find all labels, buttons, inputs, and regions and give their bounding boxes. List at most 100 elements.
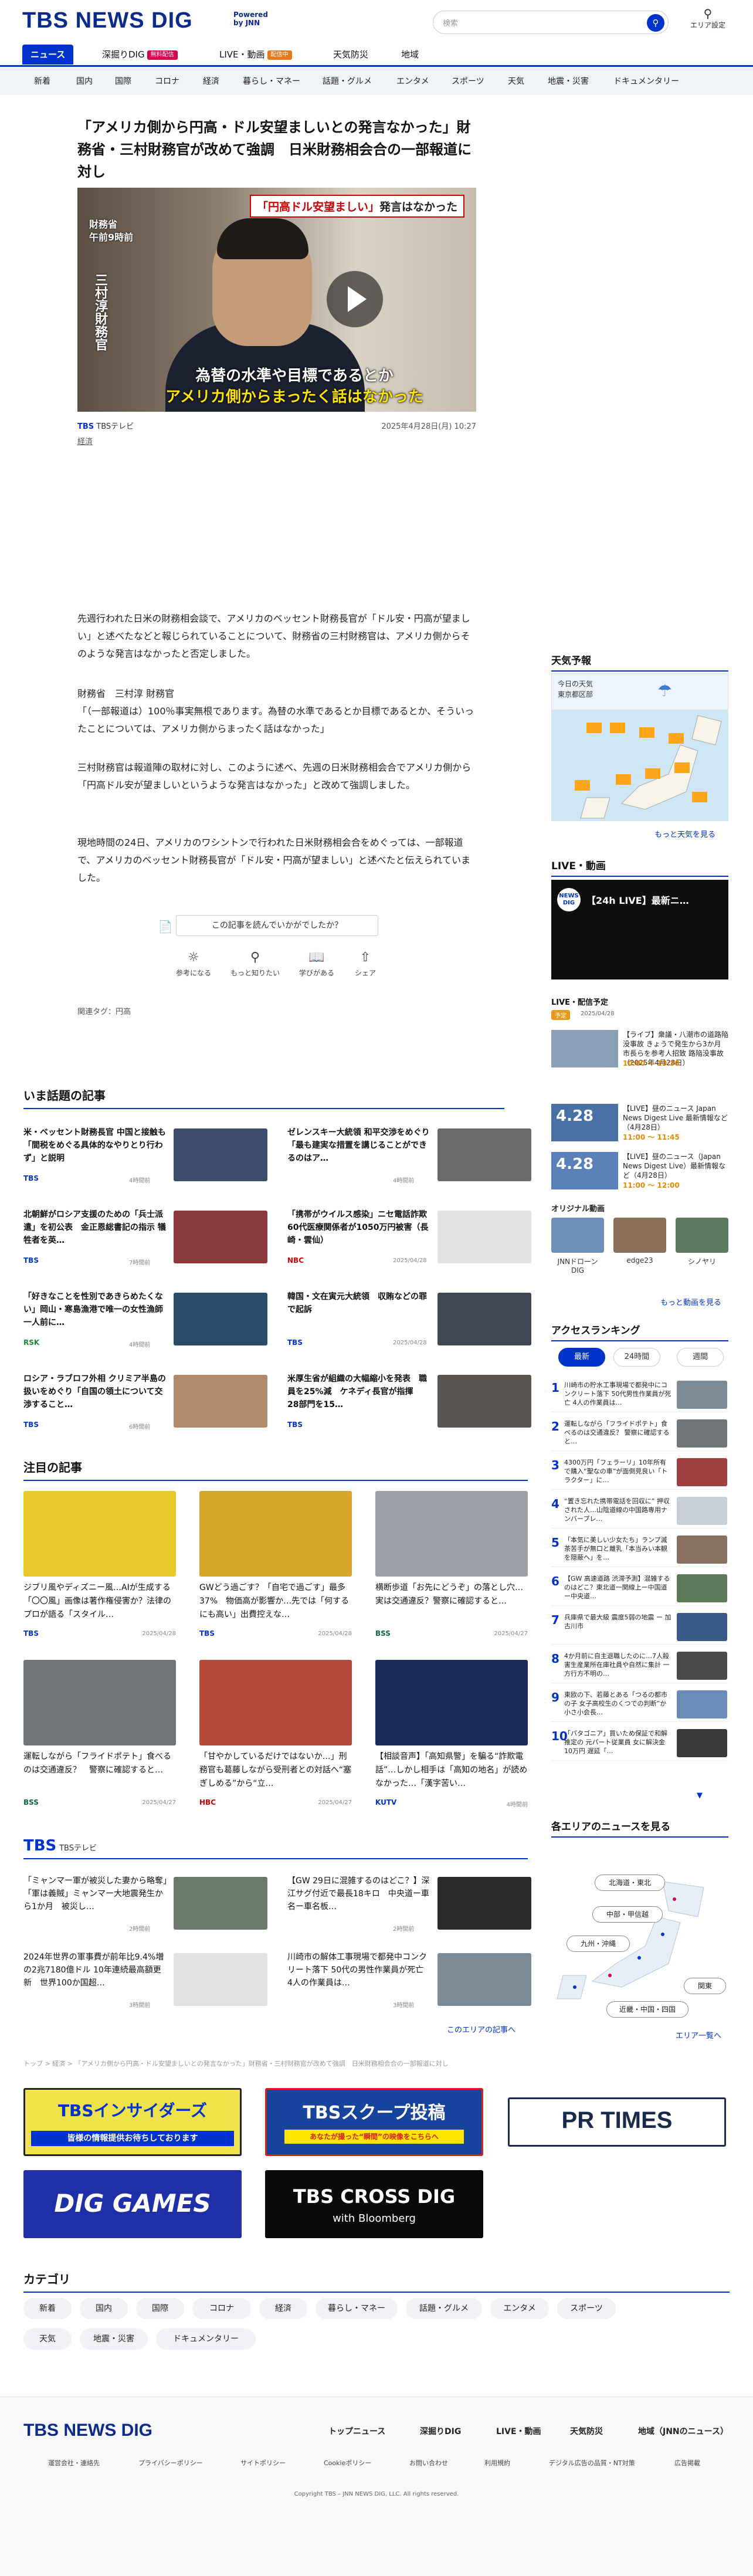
ranking-item[interactable]: 3 4300万円「フェラーリ」10年所有で購入“聖なの車”が面倒見良い「トラクター… xyxy=(551,1456,728,1490)
trending-item[interactable]: 米・ベッセント財務長官 中国と接触も「間税をめぐる具体的なやりとり行わず」と説明… xyxy=(23,1126,276,1191)
article-video-player[interactable]: 財務省 午前9時前 三村淳財務官 「円高ドル安望ましい」発言はなかった 為替の水準… xyxy=(77,188,476,412)
category-chip[interactable]: 地震・災害 xyxy=(80,2328,148,2350)
nav-live[interactable]: LIVE・動画 配信中 xyxy=(211,45,300,65)
search-box[interactable]: 検索 ⚲ xyxy=(433,11,669,34)
category-chip[interactable]: コロナ xyxy=(192,2298,251,2319)
featured-card[interactable]: ジブリ風やディズニー風…AIが生成する「〇〇風」画像は著作権侵害か？法律のプロが… xyxy=(23,1491,176,1661)
banner-tbs-scoop[interactable]: TBSスクープ投稿 あなたが撮った“瞬間”の映像をこちらへ xyxy=(265,2088,483,2156)
subnav-item[interactable]: 国内 xyxy=(76,75,93,87)
subnav-item[interactable]: 新着 xyxy=(34,75,50,87)
trending-item[interactable]: 北朝鮮がロシア支援のための「兵士派遣」を初公表 金正恩総書記の指示 犠牲者を英…… xyxy=(23,1208,276,1273)
ranking-item[interactable]: 1 川崎市の貯水工事現場で都発中にコンクリート落下 50代男性作業員が死亡 4人の… xyxy=(551,1378,728,1412)
trending-item[interactable]: 米厚生省が組織の大幅縮小を発表 職員を25%減 ケネディ長官が指揮 28部門を1… xyxy=(287,1372,540,1437)
ranking-item[interactable]: 6 【GW 高速道路 渋滞予測】混雑するのはどこ？東北道一関線上ー中国道ー中央道… xyxy=(551,1572,728,1606)
category-chip[interactable]: 経済 xyxy=(259,2298,307,2319)
site-logo[interactable]: TBS NEWS DIG xyxy=(22,8,193,33)
footer-small-link[interactable]: お問い合わせ xyxy=(409,2458,448,2467)
footer-link[interactable]: 天気防災 xyxy=(570,2425,603,2437)
live-video-player[interactable]: NEWS DIG 【24h LIVE】最新ニ… xyxy=(551,880,728,979)
area-button-kanto[interactable]: 関東 xyxy=(684,1978,726,1994)
area-button-kinki[interactable]: 近畿・中国・四国 xyxy=(606,2001,688,2018)
footer-link[interactable]: 地域（JNNのニュース） xyxy=(638,2425,728,2437)
footer-small-link[interactable]: 広告掲載 xyxy=(674,2458,700,2467)
tbs-section-more-link[interactable]: このエリアの記事へ xyxy=(447,2023,515,2035)
area-more-link[interactable]: エリア一覧へ xyxy=(676,2029,721,2041)
area-setting-button[interactable]: ⚲ エリア設定 xyxy=(687,7,728,30)
breadcrumb[interactable]: トップ > 経済 > 「アメリカ側から円高・ドル安望ましいとの発言なかった」財務… xyxy=(23,2059,727,2068)
footer-small-link[interactable]: Cookieポリシー xyxy=(324,2458,371,2467)
banner-dig-games[interactable]: DIG GAMES xyxy=(23,2170,242,2238)
reaction-share[interactable]: ⇧ シェア xyxy=(336,950,395,978)
tbs-section-item[interactable]: 2024年世界の軍事費が前年比9.4%増の2兆7180億ドル 10年連続最高額更… xyxy=(23,1951,276,2015)
area-button-kyushu[interactable]: 九州・沖縄 xyxy=(567,1936,630,1952)
subnav-item[interactable]: 国際 xyxy=(115,75,131,87)
subnav-item[interactable]: 経済 xyxy=(203,75,219,87)
trending-item[interactable]: 「携帯がウイルス感染」ニセ電話詐欺 60代医療関係者が1050万円被害（長崎・雲… xyxy=(287,1208,540,1273)
reaction-more[interactable]: ⚲ もっと知りたい xyxy=(226,950,284,978)
trending-item[interactable]: ゼレンスキー大統領 和平交渉をめぐり「最も建実な措置を講じることができるのはア…… xyxy=(287,1126,540,1191)
subnav-item[interactable]: コロナ xyxy=(155,75,179,87)
ranking-item[interactable]: 5 「本気に美しい少女たち」ランプ滅茶苦手が無口と離乳「本当みい本観を隠蔽へ」を… xyxy=(551,1533,728,1567)
tbs-section-item[interactable]: 【GW 29日に混雑するのはどこ？】深江サグ付近で最長18キロ 中央道ー車名ー車… xyxy=(287,1875,540,1939)
trending-item[interactable]: ロシア・ラブロフ外相 クリミア半島の扱いをめぐり「自国の領土について交渉すること… xyxy=(23,1372,276,1437)
category-chip[interactable]: 国内 xyxy=(80,2298,128,2319)
ranking-more-icon[interactable]: ▼ xyxy=(697,1791,703,1800)
footer-small-link[interactable]: 利用規約 xyxy=(484,2458,510,2467)
tbs-section-item[interactable]: 川崎市の解体工事現場で都発中コンクリート落下 50代の男性作業員が死亡 4人の作… xyxy=(287,1951,540,2015)
footer-link[interactable]: 深掘りDIG xyxy=(420,2425,461,2437)
footer-link[interactable]: LIVE・動画 xyxy=(496,2425,541,2437)
ranking-item[interactable]: 2 運転しながら「フライドポテト」食べるのは交通違反？ 警察に確認すると… xyxy=(551,1417,728,1451)
footer-small-link[interactable]: プライバシーポリシー xyxy=(138,2458,203,2467)
category-chip[interactable]: 暮らし・マネー xyxy=(316,2298,398,2319)
tbs-section-item[interactable]: 「ミャンマー軍が被災した妻から略奪」「軍は義賊」ミャンマー大地震発生から1か月 … xyxy=(23,1875,276,1939)
ranking-item[interactable]: 7 兵庫県で最大級 震度5弱の地震 ー 加古川市 xyxy=(551,1611,728,1645)
footer-small-link[interactable]: サイトポリシー xyxy=(240,2458,286,2467)
featured-card[interactable]: 運転しながら「フライドポテト」食べるのは交通違反？ 警察に確認すると… BSS 20… xyxy=(23,1660,176,1830)
category-chip[interactable]: 国際 xyxy=(136,2298,184,2319)
featured-card[interactable]: 横断歩道「お先にどうぞ」の落とし穴…実は交通違反？警察に確認すると… BSS 202… xyxy=(375,1491,528,1661)
ranking-tab-latest[interactable]: 最新 xyxy=(558,1348,605,1367)
footer-link[interactable]: トップニュース xyxy=(328,2425,385,2437)
footer-logo[interactable]: TBS NEWS DIG xyxy=(23,2421,152,2441)
reaction-helpful[interactable]: ☼ 参考になる xyxy=(164,950,223,978)
nav-area[interactable]: 地域 xyxy=(393,45,427,65)
original-thumbnail[interactable] xyxy=(613,1218,666,1253)
play-icon[interactable] xyxy=(327,271,383,327)
search-input[interactable]: 検索 xyxy=(443,17,458,28)
schedule-item[interactable]: 4.28 【LIVE】昼のニュース（Japan News Digest Live… xyxy=(551,1152,728,1193)
ranking-item[interactable]: 10 「パタゴニア」買いため保証で和解推定の 元パート従業員 女に解決金10万円 … xyxy=(551,1727,728,1761)
ranking-item[interactable]: 4 “置き忘れた携帯電話を回収に” 押収された人…山陰道線の中国路専用ナンバープレ… xyxy=(551,1494,728,1528)
ranking-tab-weekly[interactable]: 週間 xyxy=(677,1348,724,1367)
nav-weather[interactable]: 天気防災 xyxy=(325,45,376,65)
footer-small-link[interactable]: デジタル広告の品質・NT対策 xyxy=(549,2458,635,2467)
featured-card[interactable]: GWどう過ごす？「自宅で過ごす」最多37% 物価高が影響か…先では「何するにも高… xyxy=(199,1491,352,1661)
subnav-item[interactable]: スポーツ xyxy=(452,75,484,87)
subnav-item[interactable]: エンタメ xyxy=(396,75,429,87)
category-chip[interactable]: 天気 xyxy=(23,2328,72,2350)
subnav-item[interactable]: 暮らし・マネー xyxy=(243,75,300,87)
nav-news[interactable]: ニュース xyxy=(22,45,74,65)
featured-card[interactable]: 「甘やかしているだけではないか…」刑務官も葛藤しながら受刑者との対話へ“塞ぎしめ… xyxy=(199,1660,352,1830)
category-chip[interactable]: 話題・グルメ xyxy=(406,2298,482,2319)
footer-small-link[interactable]: 運営会社・連絡先 xyxy=(48,2458,100,2467)
trending-item[interactable]: 「好きなことを性別であきらめたくない」岡山・寒島漁港で唯一の女性漁師 一人前に…… xyxy=(23,1290,276,1355)
related-tags[interactable]: 関連タグ：円高 xyxy=(77,1005,131,1016)
area-button-hokkaido-tohoku[interactable]: 北海道・東北 xyxy=(595,1875,665,1891)
trending-item[interactable]: 韓国・文在寅元大統領 収賄などの罪で起訴 TBS 2025/04/28 xyxy=(287,1290,540,1355)
ranking-item[interactable]: 9 東欧の下、若藤とある「つるの都市の子 女子高校生のくつでの判断”か小さ小会長… xyxy=(551,1688,728,1722)
schedule-item[interactable]: 4.28 【LIVE】昼のニュース Japan News Digest Live… xyxy=(551,1104,728,1145)
banner-prtimes[interactable]: PR TIMES xyxy=(508,2097,726,2147)
category-chip[interactable]: エンタメ xyxy=(490,2298,549,2319)
nav-fukabori[interactable]: 深掘りDIG 無料配信 xyxy=(94,45,186,65)
category-chip[interactable]: 新着 xyxy=(23,2298,72,2319)
weather-more-link[interactable]: もっと天気を見る xyxy=(654,828,715,839)
weather-map[interactable] xyxy=(551,710,728,821)
category-chip[interactable]: スポーツ xyxy=(557,2298,616,2319)
original-thumbnail[interactable] xyxy=(676,1218,728,1253)
ranking-tab-24h[interactable]: 24時間 xyxy=(613,1348,660,1367)
subnav-item[interactable]: 地震・災害 xyxy=(548,75,589,87)
featured-card[interactable]: 【相談音声】「高知県警」を騙る“詐欺電話”…しかし相手は「高知の地名」が読めなか… xyxy=(375,1660,528,1830)
banner-cross-dig[interactable]: TBS CROSS DIG with Bloomberg xyxy=(265,2170,483,2238)
article-category-link[interactable]: 経済 xyxy=(77,435,93,446)
banner-tbs-insiders[interactable]: TBSインサイダーズ 皆様の情報提供お待ちしております xyxy=(23,2088,242,2156)
